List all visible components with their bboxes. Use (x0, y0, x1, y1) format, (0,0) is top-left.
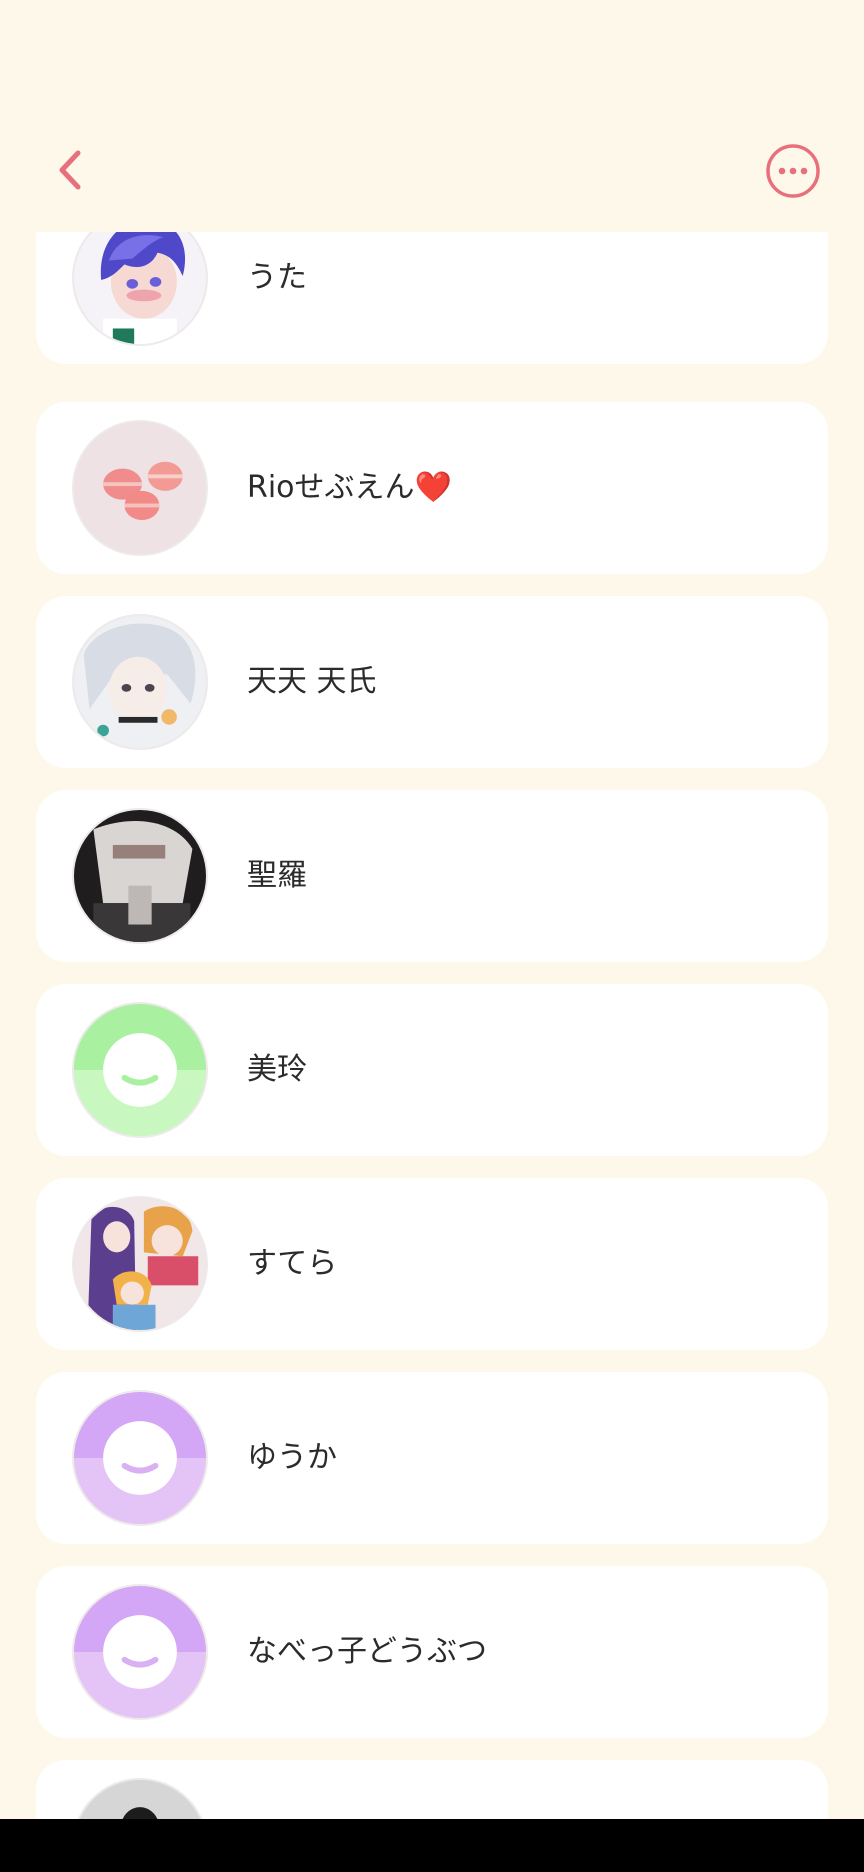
avatar (72, 420, 208, 556)
contact-row-uta[interactable]: うた (36, 232, 828, 364)
avatar (72, 232, 208, 346)
more-horizontal-circle-icon (766, 144, 820, 198)
header-bar (0, 0, 864, 232)
contact-name: 美玲 (247, 1052, 307, 1087)
back-button[interactable] (50, 145, 94, 195)
avatar (72, 1584, 208, 1720)
avatar (72, 1196, 208, 1332)
contact-row-mirei[interactable]: 美玲 (36, 984, 828, 1156)
contact-row-sutera[interactable]: すてら (36, 1178, 828, 1350)
heart-emoji: ❤️ (414, 470, 452, 505)
chevron-left-icon (59, 150, 81, 190)
contact-row-partial[interactable] (36, 1760, 828, 1819)
contact-name: 聖羅 (247, 858, 307, 893)
contact-row-rio[interactable]: Rioせぶえん❤️ (36, 402, 828, 574)
system-navigation-bar (0, 1819, 864, 1872)
avatar (72, 1778, 208, 1819)
contact-name: うた (247, 260, 307, 295)
avatar (72, 614, 208, 750)
contact-row-tenten[interactable]: 天天 天氏 (36, 596, 828, 768)
contact-list[interactable]: うた Rioせぶえん❤️ 天天 天氏 聖羅 美玲 すてら ゆうか なべっ子どうぶ… (0, 232, 864, 1819)
contact-row-nabekko[interactable]: なべっ子どうぶつ (36, 1566, 828, 1738)
more-options-button[interactable] (765, 143, 821, 199)
contact-row-seira[interactable]: 聖羅 (36, 790, 828, 962)
contact-row-yuuka[interactable]: ゆうか (36, 1372, 828, 1544)
avatar (72, 1390, 208, 1526)
contact-name: すてら (247, 1246, 338, 1281)
contact-name: なべっ子どうぶつ (247, 1634, 487, 1669)
avatar (72, 808, 208, 944)
avatar (72, 1002, 208, 1138)
contact-name: Rioせぶえん❤️ (247, 470, 452, 505)
contact-name: 天天 天氏 (247, 664, 377, 699)
contact-name: ゆうか (247, 1440, 337, 1475)
